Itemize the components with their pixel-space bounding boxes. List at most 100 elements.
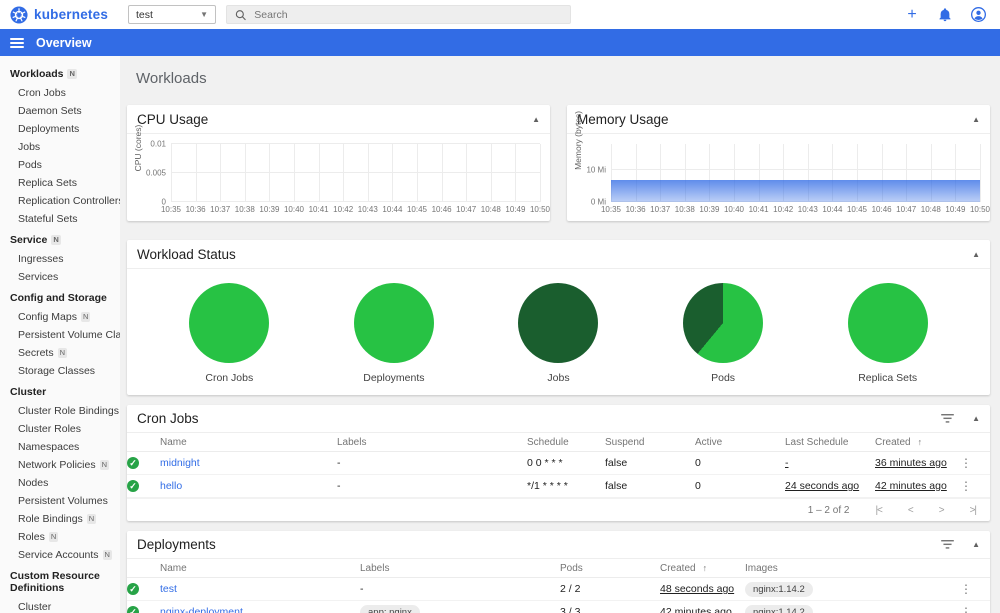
column-header-pods[interactable]: Pods [560,563,660,574]
collapse-button[interactable]: ▲ [532,115,540,124]
sidebar-item-network-policies[interactable]: Network Policies N [0,456,120,474]
x-tick-label: 10:42 [773,205,794,214]
column-header-labels[interactable]: Labels [337,437,527,448]
x-gridline [269,144,271,202]
sidebar-item-nodes[interactable]: Nodes [0,474,120,492]
cron-job-name-link[interactable]: hello [160,480,182,492]
search-bar[interactable] [226,5,571,24]
plot-area: 10:35 10:36 10:37 10:38 10:39 10:40 10:41 10:42… [586,144,990,214]
deployment-name-link[interactable]: test [160,583,177,595]
cron-job-name-link[interactable]: midnight [160,457,200,469]
sidebar-item-namespaces[interactable]: Namespaces [0,438,120,456]
sidebar-item-replication-controllers[interactable]: Replication Controllers [0,192,120,210]
sidebar-item-replica-sets[interactable]: Replica Sets [0,174,120,192]
actions-cell: ⋮ [960,456,990,470]
sidebar-item-deployments[interactable]: Deployments [0,120,120,138]
labels-cell: - [360,583,560,595]
sidebar-section-label: Custom Resource Definitions [10,570,100,594]
row-menu-button[interactable]: ⋮ [960,456,972,470]
sidebar-item-stateful-sets[interactable]: Stateful Sets [0,210,120,228]
sidebar-item-cron-jobs[interactable]: Cron Jobs [0,84,120,102]
sidebar-item-role-bindings[interactable]: Role Bindings N [0,510,120,528]
column-header-labels[interactable]: Labels [360,563,560,574]
x-tick-label: 10:47 [896,205,917,214]
account-button[interactable] [966,3,990,27]
filter-button[interactable] [941,540,954,549]
collapse-button[interactable]: ▲ [972,414,980,423]
column-header-created[interactable]: Created ↑ [660,563,745,574]
actions-cell: ⋮ [960,479,990,493]
suspend-cell: false [605,457,695,469]
notifications-button[interactable] [933,3,957,27]
sidebar-item-persistent-volume-claims[interactable]: Persistent Volume ClaimsN [0,326,120,344]
sidebar-item-persistent-volumes[interactable]: Persistent Volumes [0,492,120,510]
column-header-name[interactable]: Name [160,563,360,574]
sidebar-item-storage-classes[interactable]: Storage Classes [0,362,120,380]
deployment-name-link[interactable]: nginx-deployment [160,606,243,613]
nav-bar: Overview [0,29,1000,56]
sidebar-item-config-maps[interactable]: Config Maps N [0,308,120,326]
column-header-images[interactable]: Images [745,563,960,574]
name-cell: nginx-deployment [160,606,360,613]
sidebar-item-services[interactable]: Services [0,268,120,286]
y-gridline [611,168,980,170]
success-check-icon: ✓ [127,583,139,595]
plus-icon: + [907,5,917,23]
pie-label: Deployments [363,372,425,384]
chevron-up-icon: ▲ [972,540,980,549]
collapse-button[interactable]: ▲ [972,540,980,549]
collapse-button[interactable]: ▲ [972,250,980,259]
x-tick-label: 10:39 [699,205,720,214]
row-menu-button[interactable]: ⋮ [960,582,972,596]
workload-status-title: Workload Status [137,246,236,262]
collapse-button[interactable]: ▲ [972,115,980,124]
y-tick-label: 0 Mi [590,197,606,207]
created-cell: 36 minutes ago [875,457,960,469]
kubernetes-logo[interactable]: kubernetes [10,5,128,24]
pagination-first-button[interactable]: |< [875,505,883,516]
row-menu-button[interactable]: ⋮ [960,605,972,613]
sidebar-item-label: Daemon Sets [18,105,82,117]
filter-button[interactable] [941,414,954,423]
sidebar-item-cluster-role-bindings[interactable]: Cluster Role Bindings [0,402,120,420]
sidebar-item-service-accounts[interactable]: Service Accounts N [0,546,120,564]
column-header-label: Name [160,562,187,574]
sidebar-item-jobs[interactable]: Jobs [0,138,120,156]
search-input[interactable] [254,8,562,21]
menu-button[interactable] [10,37,24,48]
create-resource-button[interactable]: + [900,3,924,27]
namespaced-badge: N [99,460,110,470]
workload-status-card: Workload Status ▲ Cron Jobs Deployments Jo… [127,240,990,395]
column-header-name[interactable]: Name [160,437,337,448]
namespaced-badge: N [67,69,77,79]
sidebar-item-secrets[interactable]: Secrets N [0,344,120,362]
sidebar-item-ingresses[interactable]: Ingresses [0,250,120,268]
column-header-active[interactable]: Active [695,437,785,448]
x-tick-label: 10:39 [259,205,280,214]
column-header-created[interactable]: Created ↑ [875,437,960,448]
sidebar-item-cluster-roles[interactable]: Cluster Roles [0,420,120,438]
namespaced-badge: N [102,550,112,560]
sidebar-item-daemon-sets[interactable]: Daemon Sets [0,102,120,120]
column-header-suspend[interactable]: Suspend [605,437,695,448]
pagination-range: 1 – 2 of 2 [807,504,850,516]
pagination-prev-button[interactable]: < [908,505,914,516]
sidebar-item-cluster[interactable]: Cluster [0,598,120,613]
y-gridline [171,172,540,173]
labels-cell: - [337,480,527,492]
namespace-select[interactable]: test ▼ [128,5,216,24]
schedule-cell: */1 * * * * [527,480,605,492]
images-cell: nginx:1.14.2 [745,604,960,613]
sidebar-item-pods[interactable]: Pods [0,156,120,174]
suspend-cell: false [605,480,695,492]
row-menu-button[interactable]: ⋮ [960,479,972,493]
column-header-last-schedule[interactable]: Last Schedule [785,437,875,448]
column-header-label: Last Schedule [785,436,849,448]
pagination-next-button[interactable]: > [939,505,945,516]
sidebar-item-label: Cluster Roles [18,423,82,435]
sidebar-item-roles[interactable]: Roles N [0,528,120,546]
x-tick-label: 10:45 [846,205,868,214]
pagination-last-button[interactable]: >| [970,505,978,516]
y-tick-label: 0.01 [150,139,166,149]
column-header-schedule[interactable]: Schedule [527,437,605,448]
